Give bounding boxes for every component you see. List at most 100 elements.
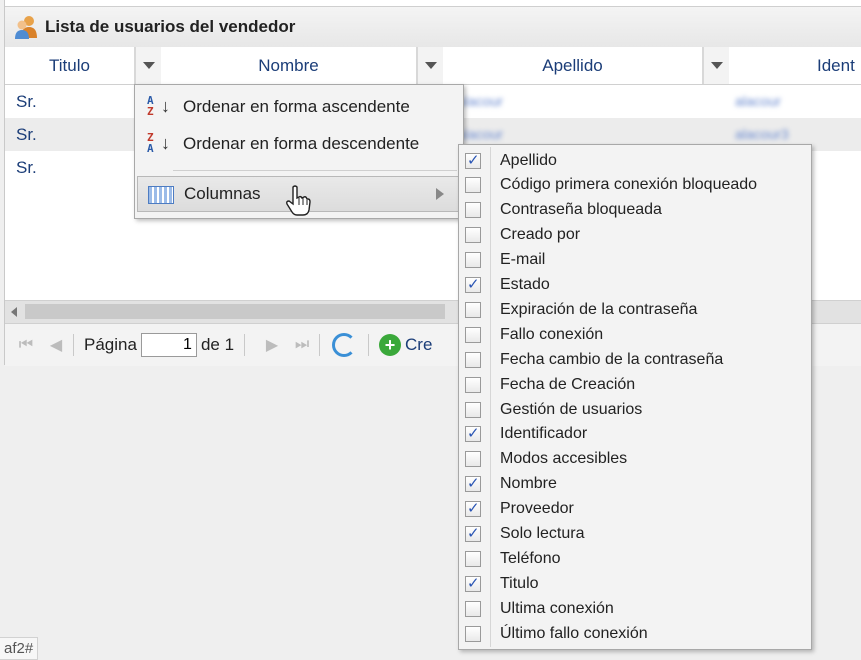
- column-toggle-item[interactable]: Modos accesibles: [459, 447, 811, 472]
- previous-page-icon[interactable]: ◀: [45, 334, 67, 356]
- page-count-label: de 1: [200, 335, 235, 354]
- column-checkbox[interactable]: [465, 326, 481, 343]
- sort-ascending-icon: A Z ↓: [147, 94, 170, 118]
- column-checkbox[interactable]: [465, 202, 481, 219]
- column-toggle-label: Estado: [500, 276, 550, 293]
- column-toggle-item[interactable]: Titulo: [459, 571, 811, 596]
- column-toggle-label: Ultima conexión: [500, 599, 614, 617]
- sort-descending-icon: Z A ↓: [147, 131, 170, 155]
- refresh-icon[interactable]: [332, 333, 357, 357]
- column-toggle-label: Fallo conexión: [500, 325, 604, 343]
- scrollbar-thumb[interactable]: [25, 304, 445, 319]
- column-toggle-label: Código primera conexión bloqueado: [500, 176, 758, 194]
- column-toggle-label: Modos accesibles: [500, 450, 628, 468]
- column-toggle-item[interactable]: Solo lectura: [459, 522, 811, 547]
- column-header-identificador[interactable]: Ident: [729, 47, 861, 84]
- column-toggle-label: Último fallo conexión: [500, 624, 648, 642]
- column-toggle-item[interactable]: Nombre: [459, 472, 811, 497]
- cell-titulo: Sr.: [16, 158, 37, 177]
- column-toggle-label: Solo lectura: [500, 525, 585, 542]
- submenu-arrow-icon: [436, 188, 444, 200]
- column-toggle-item[interactable]: Teléfono: [459, 546, 811, 571]
- toolbar-separator: [319, 334, 321, 356]
- column-toggle-label: Fecha cambio de la contraseña: [500, 350, 724, 368]
- dropdown-arrow-icon: [424, 62, 437, 69]
- column-checkbox[interactable]: [465, 625, 481, 642]
- column-checkbox[interactable]: [465, 301, 481, 318]
- cell-titulo: Sr.: [16, 125, 37, 144]
- column-toggle-label: Gestión de usuarios: [500, 400, 643, 418]
- panel-title: Lista de usuarios del vendedor: [45, 17, 296, 36]
- column-toggle-item[interactable]: Ultima conexión: [459, 596, 811, 621]
- column-checkbox[interactable]: [465, 351, 481, 368]
- column-toggle-item[interactable]: Fecha cambio de la contraseña: [459, 347, 811, 372]
- column-checkbox[interactable]: [465, 401, 481, 418]
- column-checkbox[interactable]: [465, 451, 481, 468]
- dropdown-arrow-icon: [142, 62, 155, 69]
- column-checkbox[interactable]: [465, 574, 481, 592]
- column-toggle-item[interactable]: Apellido: [459, 148, 811, 173]
- column-checkbox[interactable]: [465, 275, 481, 293]
- column-toggle-label: Titulo: [500, 574, 539, 592]
- first-page-icon[interactable]: ⏮: [15, 334, 37, 356]
- column-toggle-item[interactable]: E-mail: [459, 248, 811, 273]
- column-checkbox[interactable]: [465, 227, 481, 244]
- column-toggle-item[interactable]: Identificador: [459, 422, 811, 447]
- column-checkbox[interactable]: [465, 524, 481, 542]
- toolbar-separator: [368, 334, 370, 356]
- column-checkbox[interactable]: [465, 474, 481, 493]
- sort-ascending-item[interactable]: A Z ↓ Ordenar en forma ascendente: [137, 89, 459, 125]
- sort-descending-item[interactable]: Z A ↓ Ordenar en forma descendente: [137, 126, 459, 162]
- column-header-titulo[interactable]: Titulo: [5, 47, 135, 84]
- column-toggle-label: Nombre: [500, 475, 557, 493]
- toolbar-separator: [244, 334, 246, 356]
- column-checkbox[interactable]: [465, 499, 481, 518]
- columns-icon: [146, 180, 174, 208]
- column-toggle-item[interactable]: Fallo conexión: [459, 322, 811, 347]
- column-toggle-item[interactable]: Creado por: [459, 223, 811, 248]
- dropdown-arrow-icon: [710, 62, 723, 69]
- column-toggle-label: Proveedor: [500, 500, 574, 518]
- create-button-label[interactable]: Cre: [405, 335, 432, 355]
- grid-header: Titulo Nombre Apellido Ident: [5, 47, 861, 85]
- cell-titulo: Sr.: [16, 92, 37, 111]
- column-toggle-label: Creado por: [500, 226, 581, 244]
- toolbar-separator: [73, 334, 74, 356]
- status-bar-url: af2#: [0, 637, 39, 660]
- sort-descending-label: Ordenar en forma descendente: [183, 134, 420, 153]
- column-toggle-item[interactable]: Fecha de Creación: [459, 372, 811, 397]
- column-checkbox[interactable]: [465, 177, 481, 194]
- column-toggle-label: Teléfono: [500, 549, 561, 567]
- column-checkbox[interactable]: [465, 252, 481, 269]
- column-menu-trigger-nombre[interactable]: [417, 47, 443, 84]
- column-header-nombre[interactable]: Nombre: [161, 47, 417, 84]
- cell-identificador: alacour: [735, 93, 781, 109]
- menu-separator: [173, 170, 457, 171]
- column-toggle-label: Expiración de la contraseña: [500, 300, 698, 318]
- column-checkbox[interactable]: [465, 550, 481, 567]
- column-checkbox[interactable]: [465, 376, 481, 393]
- hand-cursor-icon: [284, 185, 312, 217]
- column-toggle-item[interactable]: Estado: [459, 273, 811, 298]
- column-toggle-item[interactable]: Expiración de la contraseña: [459, 297, 811, 322]
- column-menu-trigger-apellido[interactable]: [703, 47, 729, 84]
- column-checkbox[interactable]: [465, 151, 481, 169]
- add-icon[interactable]: +: [379, 334, 402, 356]
- columns-submenu: Apellido Código primera conexión bloquead…: [458, 144, 812, 650]
- column-toggle-item[interactable]: Último fallo conexión: [459, 621, 811, 646]
- column-checkbox[interactable]: [465, 600, 481, 617]
- page-number-input[interactable]: [140, 333, 197, 357]
- column-toggle-item[interactable]: Código primera conexión bloqueado: [459, 173, 811, 198]
- next-page-icon[interactable]: ▶: [261, 334, 283, 356]
- column-toggle-item[interactable]: Contraseña bloqueada: [459, 198, 811, 223]
- page-label: Página: [84, 335, 137, 354]
- column-toggle-label: Apellido: [500, 151, 557, 169]
- column-toggle-item[interactable]: Proveedor: [459, 497, 811, 522]
- scroll-left-icon[interactable]: [11, 307, 17, 317]
- column-toggle-item[interactable]: Gestión de usuarios: [459, 397, 811, 422]
- column-header-apellido[interactable]: Apellido: [443, 47, 703, 84]
- sort-ascending-label: Ordenar en forma ascendente: [183, 97, 410, 116]
- column-checkbox[interactable]: [465, 424, 481, 443]
- column-menu-trigger-titulo[interactable]: [135, 47, 161, 84]
- last-page-icon[interactable]: ⏭: [291, 334, 313, 356]
